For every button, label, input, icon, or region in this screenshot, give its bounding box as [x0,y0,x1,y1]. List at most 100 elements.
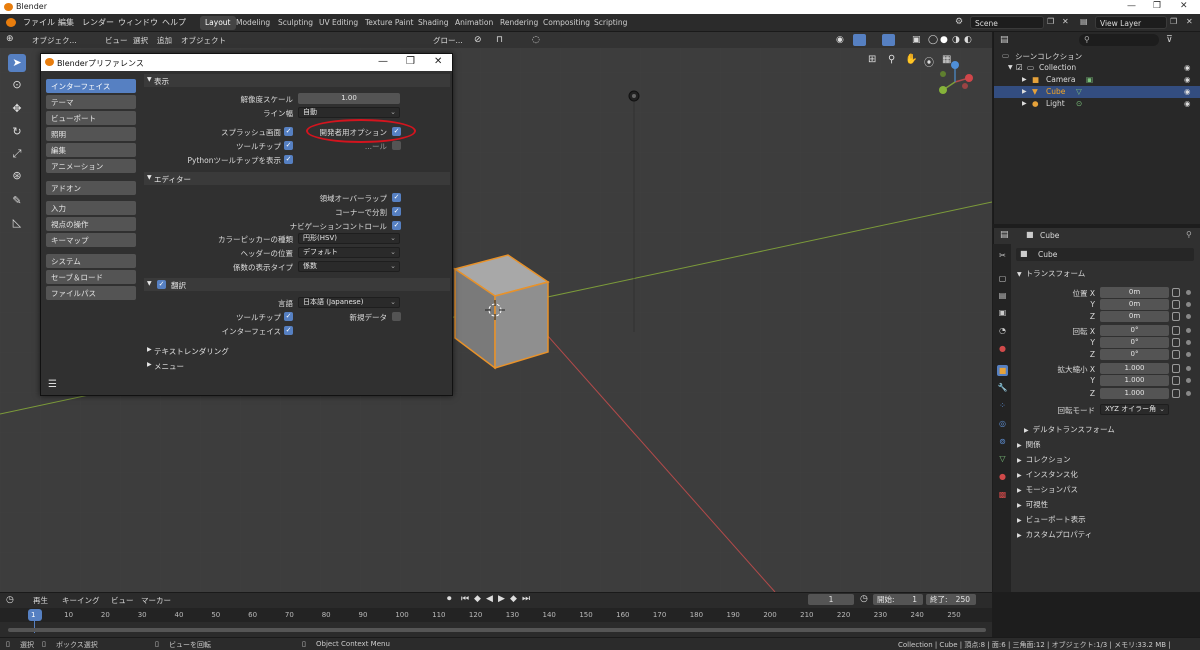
lock-icon[interactable] [1172,364,1180,373]
keyframe-dot-icon[interactable] [1186,328,1191,333]
panel-collections[interactable]: ▶ コレクション [1013,452,1198,465]
sidebar-item-navigation[interactable]: 視点の操作 [46,217,136,231]
menu-select[interactable]: 選択 [133,35,148,46]
zoom-icon[interactable]: ⚲ [888,54,895,65]
location-x-field[interactable]: 0m [1100,287,1169,298]
blender-menu-icon[interactable] [6,18,16,27]
rotation-mode-dropdown[interactable]: XYZ オイラー角 ⌄ [1100,404,1169,415]
menu-window[interactable]: ウィンドウ [118,17,158,28]
panel-visibility[interactable]: ▶ 可視性 [1013,497,1198,510]
outliner-row-camera[interactable]: ▶ ■ Camera ▣ ◉ [994,74,1200,86]
sidebar-item-editing[interactable]: 編集 [46,143,136,157]
lock-icon[interactable] [1172,300,1180,309]
sidebar-item-lights[interactable]: 照明 [46,127,136,141]
keyframe-dot-icon[interactable] [1186,366,1191,371]
preferences-title-bar[interactable]: Blenderプリファレンス — ❐ ✕ [41,54,452,71]
solid-shading-icon[interactable]: ● [940,35,948,45]
section-text-rendering[interactable]: ▶ テキストレンダリング [144,344,450,357]
end-frame-field[interactable]: 終了: 250 [926,594,976,605]
cursor-tool-icon[interactable]: ⊙ [8,76,26,94]
menu-add[interactable]: 追加 [157,35,172,46]
sidebar-item-save-load[interactable]: セーブ＆ロード [46,270,136,284]
annotate-tool-icon[interactable]: ✎ [8,192,26,210]
sidebar-item-themes[interactable]: テーマ [46,95,136,109]
sidebar-item-animation[interactable]: アニメーション [46,159,136,173]
jump-start-icon[interactable]: ⏮ [461,594,469,604]
tab-modeling[interactable]: Modeling [231,16,275,30]
tab-scripting[interactable]: Scripting [589,16,632,30]
prefs-maximize-icon[interactable]: ❐ [406,56,415,67]
tab-physics-icon[interactable]: ◎ [997,418,1008,429]
new-data-checkbox[interactable] [392,312,401,321]
play-reverse-icon[interactable]: ◀ [486,594,493,604]
tab-scene-icon[interactable]: ◔ [997,325,1008,336]
tab-sculpting[interactable]: Sculpting [273,16,318,30]
tab-view-layer-icon[interactable]: ▣ [997,307,1008,318]
close-icon[interactable]: ✕ [1180,1,1188,11]
panel-instancing[interactable]: ▶ インスタンス化 [1013,467,1198,480]
include-checkbox-icon[interactable]: ☑ [1016,63,1023,72]
gizmo-toggle-icon[interactable] [853,34,866,46]
lock-icon[interactable] [1172,389,1180,398]
keyframe-dot-icon[interactable] [1186,352,1191,357]
lock-icon[interactable] [1172,376,1180,385]
navigation-controls-checkbox[interactable]: ✓ [392,221,401,230]
editor-type-icon[interactable]: ⊕ [6,34,14,44]
view-layer-selector[interactable]: View Layer [1095,16,1167,29]
eye-icon[interactable]: ◉ [1184,87,1191,96]
play-icon[interactable]: ▶ [498,594,505,604]
sidebar-item-addons[interactable]: アドオン [46,181,136,195]
prefs-minimize-icon[interactable]: — [378,56,388,67]
outliner-row-light[interactable]: ▶ ● Light ⊙ ◉ [994,98,1200,110]
panel-motion-paths[interactable]: ▶ モーションパス [1013,482,1198,495]
lock-icon[interactable] [1172,312,1180,321]
rendered-shading-icon[interactable]: ◐ [964,35,972,45]
tab-material-icon[interactable]: ● [997,471,1008,482]
material-shading-icon[interactable]: ◑ [952,35,960,45]
tab-particles-icon[interactable]: ⁘ [997,400,1008,411]
prev-keyframe-icon[interactable]: ◆ [474,594,481,604]
jump-end-icon[interactable]: ⏭ [522,594,530,604]
new-scene-icon[interactable]: ❐ [1047,17,1054,26]
sidebar-item-keymap[interactable]: キーマップ [46,233,136,247]
section-display[interactable]: ▼ 表示 [144,74,450,87]
scale-z-field[interactable]: 1.000 [1100,388,1169,399]
menu-help[interactable]: ヘルプ [162,17,186,28]
camera-view-icon[interactable]: ⦿ [924,54,934,69]
record-icon[interactable]: ⏺ [447,594,452,604]
visibility-icon[interactable]: ◉ [836,35,844,45]
tab-world-icon[interactable]: ● [997,343,1008,354]
location-z-field[interactable]: 0m [1100,311,1169,322]
tooltips-checkbox[interactable]: ✓ [284,141,293,150]
sidebar-item-interface[interactable]: インターフェイス [46,79,136,93]
new-view-layer-icon[interactable]: ❐ [1170,17,1177,26]
menu-timeline-view[interactable]: ビュー [111,595,134,606]
snap-icon[interactable]: ⊓ [496,35,503,45]
scale-x-field[interactable]: 1.000 [1100,363,1169,374]
panel-delta-transform[interactable]: ▶ デルタトランスフォーム [1020,422,1200,435]
resolution-scale-field[interactable]: 1.00 [298,93,400,104]
pivot-icon[interactable]: ⊘ [474,35,482,45]
rotation-y-field[interactable]: 0° [1100,337,1169,348]
menu-keying[interactable]: キーイング [62,595,100,606]
python-tooltips-checkbox[interactable]: ✓ [284,155,293,164]
menu-render[interactable]: レンダー [82,17,114,28]
splash-checkbox[interactable]: ✓ [284,127,293,136]
section-menus[interactable]: ▶ メニュー [144,359,450,372]
tab-output-icon[interactable]: ▤ [997,290,1008,301]
xray-icon[interactable]: ▣ [912,35,921,45]
menu-playback[interactable]: 再生 [33,595,48,606]
tab-texture-icon[interactable]: ▩ [997,489,1008,500]
keyframe-dot-icon[interactable] [1186,302,1191,307]
keyframe-dot-icon[interactable] [1186,314,1191,319]
outliner-search-input[interactable] [1079,34,1159,46]
lock-icon[interactable] [1172,350,1180,359]
properties-editor-icon[interactable]: ▤ [1000,230,1009,240]
sidebar-item-file-paths[interactable]: ファイルパス [46,286,136,300]
panel-transform[interactable]: ▼ トランスフォーム [1013,266,1198,279]
scale-y-field[interactable]: 1.000 [1100,375,1169,386]
timeline-scrollbar[interactable] [8,628,986,632]
color-picker-dropdown[interactable]: 円形(HSV) ⌄ [298,233,400,244]
tab-animation[interactable]: Animation [450,16,498,30]
lock-icon[interactable] [1172,338,1180,347]
